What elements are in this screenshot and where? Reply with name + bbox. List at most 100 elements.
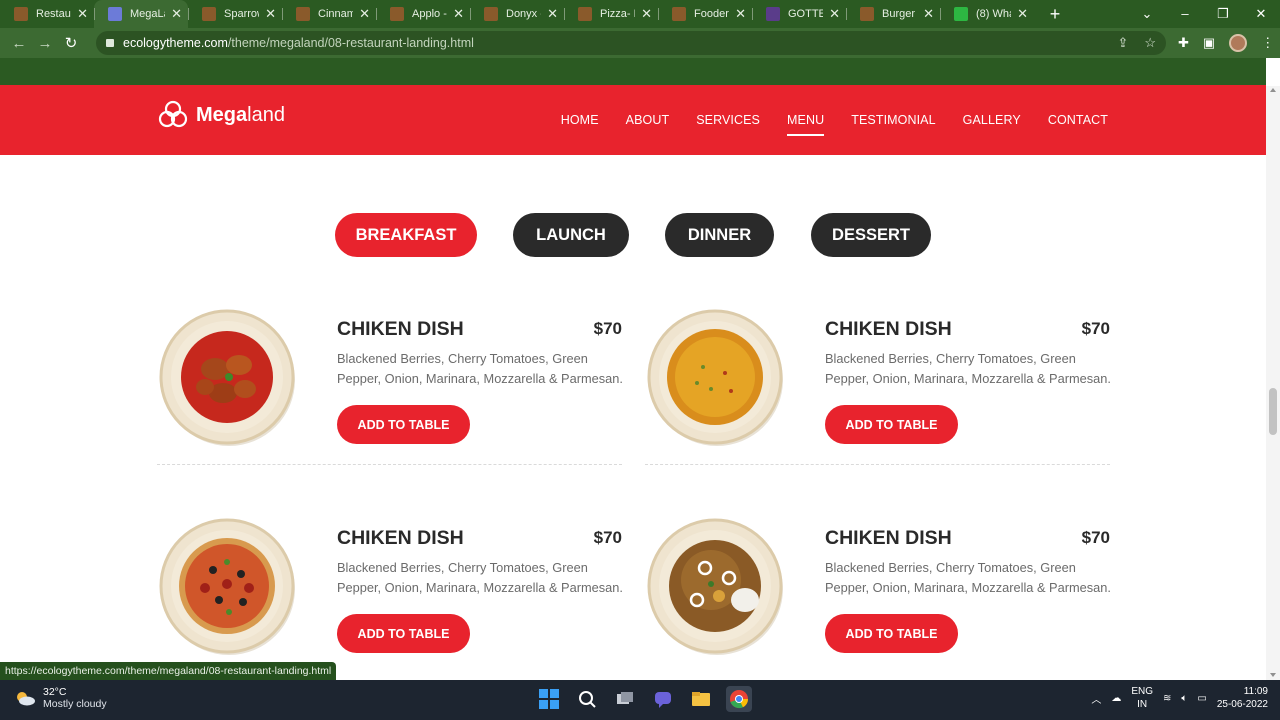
dish-title: CHIKEN DISH [825, 318, 952, 340]
url-host: ecologytheme.com [123, 36, 228, 50]
profile-avatar[interactable] [1229, 34, 1248, 52]
tab-favicon-icon [578, 7, 592, 21]
tab-title: Restaurant [36, 8, 71, 20]
tab-close-icon[interactable]: ✕ [641, 6, 652, 22]
filter-dessert[interactable]: DESSERT [811, 213, 931, 257]
tab-favicon-icon [390, 7, 404, 21]
file-explorer-icon[interactable] [688, 686, 714, 712]
lang-region: IN [1137, 699, 1148, 710]
minimize-button[interactable]: – [1166, 0, 1204, 28]
language-indicator[interactable]: ENG IN [1131, 685, 1153, 711]
tab-favicon-icon [296, 7, 310, 21]
tab-close-icon[interactable]: ✕ [735, 6, 746, 22]
back-arrow-icon[interactable]: ← [6, 35, 32, 52]
scroll-thumb[interactable] [1269, 388, 1277, 435]
onedrive-cloud-icon[interactable]: ☁ [1111, 693, 1121, 704]
browser-tab[interactable]: Cinnamon ✕ [282, 0, 376, 28]
menu-item-card: CHIKEN DISH $70 Blackened Berries, Cherry … [645, 307, 1111, 487]
nav-link-menu[interactable]: MENU [787, 113, 825, 136]
wifi-icon[interactable]: ≋ [1163, 693, 1171, 704]
tab-favicon-icon [672, 7, 686, 21]
tab-close-icon[interactable]: ✕ [453, 6, 464, 22]
nav-link-about[interactable]: ABOUT [626, 113, 670, 127]
tab-list: Restaurant✕MegaLand✕Sparrow |✕Cinnamon✕A… [0, 0, 1034, 28]
side-panel-icon[interactable]: ▣ [1203, 35, 1215, 51]
start-windows-icon[interactable] [536, 686, 562, 712]
search-icon[interactable] [574, 686, 600, 712]
tab-close-icon[interactable]: ✕ [829, 6, 840, 22]
tab-close-icon[interactable]: ✕ [1017, 6, 1028, 22]
menu-kebab-icon[interactable]: ⋮ [1261, 35, 1274, 51]
add-to-table-button[interactable]: ADD TO TABLE [825, 405, 958, 444]
system-tray: ︿ ☁ ENG IN ≋ 🔈︎ ▭ 11:09 25-06-2022 [1091, 685, 1268, 711]
clock[interactable]: 11:09 25-06-2022 [1217, 685, 1268, 711]
scroll-down-icon[interactable] [1270, 673, 1276, 677]
nav-link-contact[interactable]: CONTACT [1048, 113, 1108, 127]
scroll-up-icon[interactable] [1270, 88, 1276, 92]
battery-icon[interactable]: ▭ [1197, 693, 1206, 704]
filter-dinner[interactable]: DINNER [665, 213, 774, 257]
lang-primary: ENG [1131, 686, 1153, 697]
tab-close-icon[interactable]: ✕ [547, 6, 558, 22]
extensions-icon[interactable]: ✚ [1178, 35, 1189, 51]
dish-price: $70 [1081, 528, 1110, 547]
browser-tab[interactable]: MegaLand ✕ [94, 0, 188, 28]
tab-close-icon[interactable]: ✕ [923, 6, 934, 22]
chevron-up-icon[interactable]: ︿ [1091, 691, 1101, 706]
close-window-button[interactable]: ✕ [1242, 0, 1280, 28]
add-to-table-button[interactable]: ADD TO TABLE [337, 405, 470, 444]
browser-tab[interactable]: Restaurant ✕ [0, 0, 94, 28]
window-controls: ⌄ – ❐ ✕ [1128, 0, 1280, 28]
browser-tab[interactable]: Burger - ✕ [846, 0, 940, 28]
nav-link-services[interactable]: SERVICES [696, 113, 760, 127]
dish-description: Blackened Berries, Cherry Tomatoes, Gree… [337, 560, 623, 595]
tab-close-icon[interactable]: ✕ [171, 6, 182, 22]
browser-tab[interactable]: (8) Whats ✕ [940, 0, 1034, 28]
weather-widget[interactable]: 32°C Mostly cloudy [14, 686, 107, 710]
bookmark-star-icon[interactable]: ☆ [1144, 35, 1156, 51]
dish-price: $70 [593, 319, 622, 338]
page-scrollbar[interactable] [1266, 86, 1280, 680]
maximize-button[interactable]: ❐ [1204, 0, 1242, 28]
temperature: 32°C [43, 686, 67, 698]
browser-tab[interactable]: Foodera ✕ [658, 0, 752, 28]
item-divider [645, 464, 1110, 465]
dish-image [647, 309, 783, 446]
filter-launch[interactable]: LAUNCH [513, 213, 629, 257]
browser-tab[interactable]: Sparrow | ✕ [188, 0, 282, 28]
chat-icon[interactable] [650, 686, 676, 712]
dish-description: Blackened Berries, Cherry Tomatoes, Gree… [825, 351, 1111, 386]
new-tab-button[interactable]: + [1040, 0, 1070, 28]
tab-search-icon[interactable]: ⌄ [1128, 0, 1166, 28]
site-logo[interactable]: Mega land [157, 99, 285, 131]
share-icon[interactable]: ⇪ [1117, 35, 1128, 51]
clock-time: 11:09 [1243, 686, 1268, 697]
reload-icon[interactable]: ↻ [58, 34, 84, 52]
chrome-icon[interactable] [726, 686, 752, 712]
page-viewport: Mega land HOME ABOUT SERVICES MENU TESTIMONIA… [0, 58, 1266, 680]
tab-title: Pizza- HT [600, 8, 635, 20]
filter-breakfast[interactable]: BREAKFAST [335, 213, 477, 257]
forward-arrow-icon[interactable]: → [32, 35, 58, 52]
tab-close-icon[interactable]: ✕ [359, 6, 370, 22]
nav-link-testimonial[interactable]: TESTIMONIAL [851, 113, 935, 127]
browser-tab[interactable]: GOTTEN ✕ [752, 0, 846, 28]
nav-link-home[interactable]: HOME [561, 113, 599, 127]
tab-close-icon[interactable]: ✕ [77, 6, 88, 22]
dish-title: CHIKEN DISH [337, 318, 464, 340]
add-to-table-button[interactable]: ADD TO TABLE [337, 614, 470, 653]
browser-toolbar: ← → ↻ ecologytheme.com/theme/megaland/08… [0, 28, 1280, 58]
windows-taskbar: 32°C Mostly cloudy ︿ ☁ ENG IN ≋ 🔈︎ ▭ 11:… [0, 680, 1280, 720]
volume-icon[interactable]: 🔈︎ [1181, 693, 1187, 704]
browser-tab[interactable]: Applo - A ✕ [376, 0, 470, 28]
tab-title: Cinnamon [318, 8, 354, 20]
tab-close-icon[interactable]: ✕ [265, 6, 276, 22]
nav-link-gallery[interactable]: GALLERY [963, 113, 1021, 127]
browser-tab[interactable]: Pizza- HT ✕ [564, 0, 658, 28]
add-to-table-button[interactable]: ADD TO TABLE [825, 614, 958, 653]
browser-tab-strip: Restaurant✕MegaLand✕Sparrow |✕Cinnamon✕A… [0, 0, 1280, 28]
task-view-icon[interactable] [612, 686, 638, 712]
dish-title: CHIKEN DISH [825, 527, 952, 549]
address-bar[interactable]: ecologytheme.com/theme/megaland/08-resta… [96, 31, 1166, 55]
browser-tab[interactable]: Donyx - I ✕ [470, 0, 564, 28]
